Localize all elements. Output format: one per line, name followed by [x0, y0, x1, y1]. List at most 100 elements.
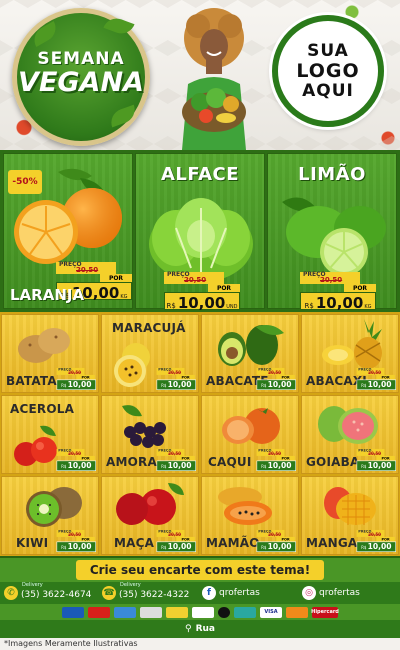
- address-bar: ⚲ Rua: [0, 620, 400, 638]
- phone-icon: ☎: [102, 586, 116, 600]
- currency: R$: [166, 302, 176, 310]
- new-price: R$ 10,00: [356, 379, 396, 390]
- acerola-image: [14, 425, 57, 466]
- currency: R$: [361, 464, 367, 470]
- whatsapp-number: (35) 3622-4674: [21, 589, 92, 600]
- product-name: GOIABA: [306, 455, 360, 469]
- hipercard-icon: Hipercard: [311, 606, 339, 618]
- old-price: 20,50: [184, 276, 207, 284]
- mastercard-icon: [286, 606, 308, 618]
- facebook-handle: qrofertas: [219, 588, 260, 598]
- new-price: R$ 10,00: [256, 541, 296, 552]
- new-price: R$ 10,00: [56, 379, 96, 390]
- logo-text-line3: AQUI: [302, 81, 354, 101]
- price-tag: PREÇO 20,50 POR R$ 10,00: [356, 368, 396, 390]
- price-value: 10,00: [67, 380, 92, 390]
- payment-card-icon: [88, 606, 110, 618]
- featured-card-limao: LIMÃO PREÇO 20,50 POR R$ 10,00 KG: [267, 153, 397, 312]
- price-value: 10,00: [177, 294, 226, 312]
- pineapple-image: [322, 319, 382, 369]
- payment-methods: VISA Hipercard: [0, 604, 400, 620]
- header: SEMANA VEGANA SUA LOGO AQUI: [0, 0, 400, 150]
- product-name: LARANJA: [10, 286, 85, 304]
- product-card-mamao: MAMÃO PREÇO 20,50 POR R$ 10,00: [201, 476, 299, 555]
- leaf-icon: [29, 20, 61, 48]
- unit: KG: [364, 304, 372, 310]
- product-card-batata: BATATA PREÇO 20,50 POR R$ 10,00: [1, 314, 99, 393]
- logo-placeholder: SUA LOGO AQUI: [272, 15, 384, 127]
- payment-card-icon: [166, 606, 188, 618]
- persimmon-image: [222, 408, 280, 444]
- currency: R$: [261, 464, 267, 470]
- currency: R$: [304, 302, 314, 310]
- old-price: 20,50: [76, 266, 99, 274]
- contacts-bar: Delivery ✆ (35) 3622-4674 Delivery ☎ (35…: [0, 582, 400, 604]
- currency: R$: [61, 464, 67, 470]
- new-price: R$ 10,00: [256, 460, 296, 471]
- price-value: 10,00: [267, 461, 292, 471]
- badge-title-line2: VEGANA: [18, 67, 144, 98]
- price-tag: PREÇO 20,50 POR R$ 10,00: [156, 368, 196, 390]
- product-card-goiaba: GOIABA PREÇO 20,50 POR R$ 10,00: [301, 395, 399, 474]
- guava-image: [318, 406, 378, 444]
- semana-vegana-badge: SEMANA VEGANA: [12, 8, 150, 146]
- product-name: ACEROLA: [10, 402, 75, 416]
- facebook-contact[interactable]: f qrofertas: [202, 586, 260, 600]
- new-price: R$ 10,00 KG: [300, 292, 376, 312]
- new-price: R$ 10,00: [356, 460, 396, 471]
- facebook-icon: f: [202, 586, 216, 600]
- price-tag: PREÇO 20,50 POR R$ 10,00: [156, 449, 196, 471]
- product-card-maca: MAÇA PREÇO 20,50 POR R$ 10,00: [101, 476, 199, 555]
- price-tag: PREÇO 20,50 POR R$ 10,00: [156, 530, 196, 552]
- price-value: 10,00: [267, 542, 292, 552]
- currency: R$: [61, 383, 67, 389]
- price-tag: PREÇO 20,50 POR R$ 10,00: [256, 449, 296, 471]
- product-card-amora: AMORA PREÇO 20,50 POR R$ 10,00: [101, 395, 199, 474]
- product-name: LIMÃO: [298, 164, 366, 185]
- whatsapp-contact[interactable]: Delivery ✆ (35) 3622-4674: [4, 582, 92, 600]
- visa-icon: VISA: [260, 606, 282, 618]
- new-price: R$ 10,00: [156, 541, 196, 552]
- papaya-image: [218, 487, 272, 525]
- currency: R$: [261, 383, 267, 389]
- unit: KG: [120, 294, 128, 300]
- product-name: MARACUJÁ: [112, 321, 186, 335]
- price-value: 10,00: [315, 294, 364, 312]
- product-card-maracuja: MARACUJÁ PREÇO 20,50 POR R$ 10,00: [101, 314, 199, 393]
- product-name: MANGA: [306, 536, 358, 550]
- phone-label: Delivery: [120, 582, 141, 588]
- price-value: 10,00: [67, 542, 92, 552]
- phone-contact[interactable]: Delivery ☎ (35) 3622-4322: [102, 582, 190, 600]
- payment-card-icon: [114, 606, 136, 618]
- new-price: R$ 10,00: [56, 541, 96, 552]
- whatsapp-icon: ✆: [4, 586, 18, 600]
- phone-number: (35) 3622-4322: [119, 589, 190, 600]
- lime-image: [282, 197, 386, 276]
- currency: R$: [161, 464, 167, 470]
- disclaimer: *Imagens Meramente Ilustrativas: [4, 639, 138, 648]
- payment-card-icon: [62, 606, 84, 618]
- badge-title-line1: SEMANA: [37, 49, 125, 69]
- lettuce-image: [149, 198, 253, 282]
- product-name: MAMÃO: [206, 536, 260, 550]
- price-tag: PREÇO 20,50 POR R$ 10,00: [256, 530, 296, 552]
- product-name: BATATA: [6, 374, 57, 388]
- product-name: CAQUI: [208, 455, 252, 469]
- product-name: KIWI: [16, 536, 49, 550]
- currency: R$: [161, 383, 167, 389]
- unit: UND: [226, 304, 238, 310]
- instagram-contact[interactable]: ◎ qrofertas: [302, 586, 360, 600]
- payment-card-icon: [218, 606, 230, 618]
- kiwi-image: [26, 487, 82, 527]
- payment-card-icon: [140, 606, 162, 618]
- price-value: 10,00: [367, 380, 392, 390]
- woman-with-vegetables-illustration: [182, 8, 246, 150]
- price-value: 10,00: [167, 380, 192, 390]
- new-price: R$ 10,00: [356, 541, 396, 552]
- price-value: 10,00: [67, 461, 92, 471]
- product-card-manga: MANGA PREÇO 20,50 POR R$ 10,00: [301, 476, 399, 555]
- blackberry-image: [122, 405, 166, 448]
- logo-text-line1: SUA: [307, 41, 349, 61]
- whatsapp-label: Delivery: [22, 582, 43, 588]
- product-card-abacate: ABACATE PREÇO 20,50 POR R$ 10,00: [201, 314, 299, 393]
